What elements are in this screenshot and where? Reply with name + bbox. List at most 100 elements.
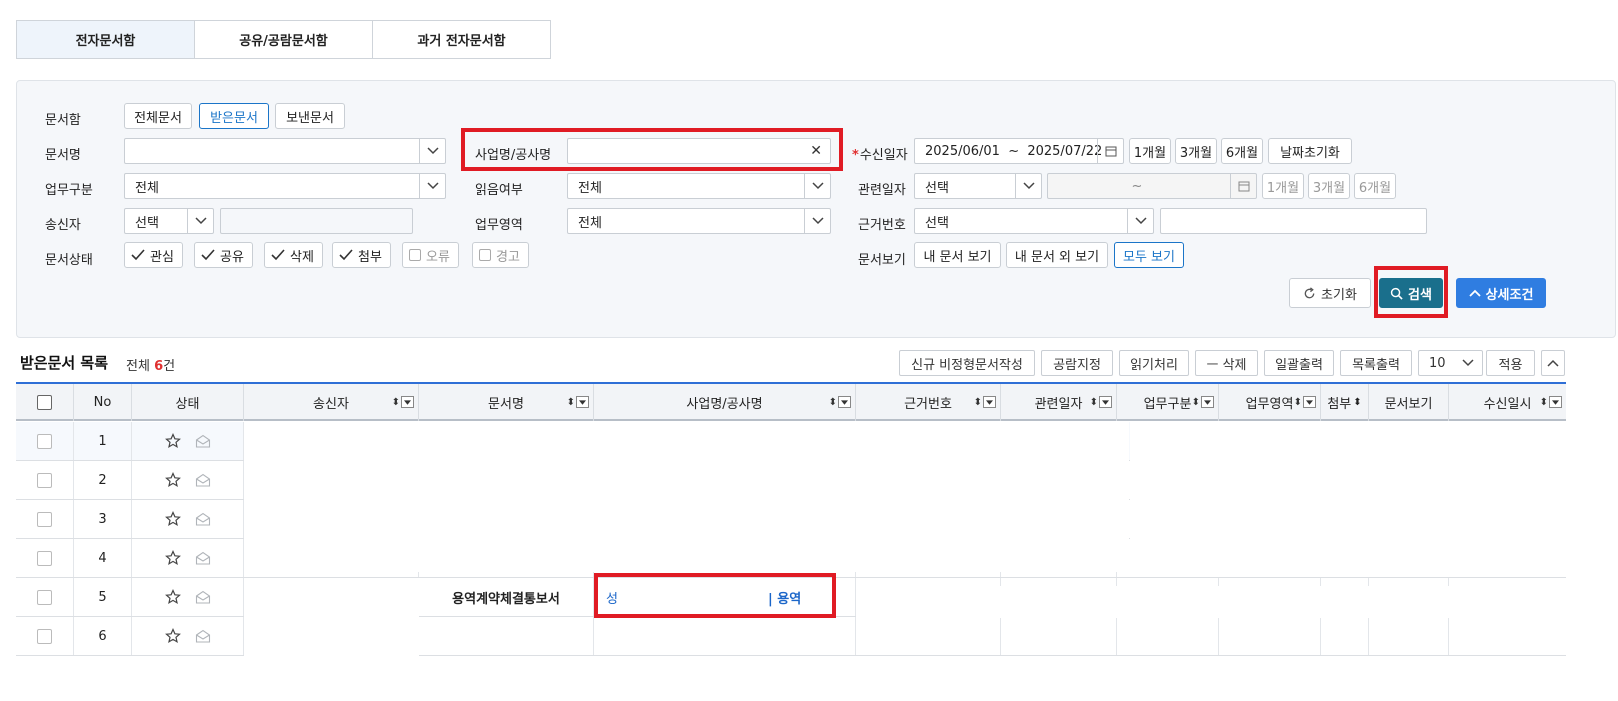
tab-shared-docs[interactable]: 공유/공람문서함 [194, 20, 373, 59]
status-shared-checkbox[interactable]: 공유 [194, 242, 253, 268]
search-button[interactable]: 검색 [1379, 278, 1443, 308]
row-checkbox[interactable] [16, 500, 74, 538]
related-6month-button[interactable]: 6개월 [1354, 173, 1396, 199]
row-no: 3 [74, 500, 132, 538]
batch-print-button[interactable]: 일괄출력 [1264, 350, 1334, 376]
tab-past-docs[interactable]: 과거 전자문서함 [372, 20, 551, 59]
business-name-label: 사업명/공사명 [475, 148, 552, 163]
tab-electronic-docs[interactable]: 전자문서함 [16, 20, 195, 59]
column-related-date[interactable]: 관련일자 ⬍ [1001, 384, 1117, 421]
column-attachment[interactable]: 첨부 ⬍ [1321, 384, 1369, 421]
sort-filter-icon[interactable]: ⬍ [567, 396, 589, 408]
row-business-name-link[interactable]: 성 | 용역 [594, 578, 856, 616]
star-icon[interactable] [164, 433, 181, 449]
sort-filter-icon[interactable]: ⬍ [829, 396, 851, 408]
view-mine-button[interactable]: 내 문서 보기 [914, 242, 1001, 268]
reset-button[interactable]: 초기화 [1289, 278, 1371, 308]
related-date-range[interactable]: ~ [1047, 173, 1257, 199]
related-3month-button[interactable]: 3개월 [1308, 173, 1350, 199]
chevron-up-icon [1468, 289, 1481, 297]
work-type-select[interactable]: 전체 [124, 173, 446, 199]
sort-filter-icon[interactable]: ⬍ [1540, 396, 1562, 408]
delete-button[interactable]: ㅡ 삭제 [1195, 350, 1258, 376]
receive-3month-button[interactable]: 3개월 [1175, 138, 1217, 164]
chevron-down-icon [804, 209, 830, 233]
column-received-at[interactable]: 수신일시 ⬍ [1449, 384, 1566, 421]
chevron-down-icon [419, 174, 445, 198]
mark-read-button[interactable]: 읽기처리 [1119, 350, 1189, 376]
star-icon[interactable] [164, 472, 181, 488]
column-work-area[interactable]: 업무영역 ⬍ [1219, 384, 1321, 421]
check-icon [201, 249, 215, 261]
receive-1month-button[interactable]: 1개월 [1129, 138, 1171, 164]
detail-conditions-button[interactable]: 상세조건 [1456, 278, 1546, 308]
collapse-list-button[interactable] [1541, 350, 1565, 376]
sort-filter-icon[interactable]: ⬍ [392, 396, 414, 408]
row-no: 5 [74, 578, 132, 616]
sort-filter-icon[interactable]: ⬍ [1192, 396, 1214, 408]
read-status-select[interactable]: 전체 [567, 173, 831, 199]
view-all-button[interactable]: 모두 보기 [1114, 242, 1184, 268]
date-reset-button[interactable]: 날짜초기화 [1268, 138, 1352, 164]
new-unstructured-doc-button[interactable]: 신규 비정형문서작성 [899, 350, 1035, 376]
assign-circulation-button[interactable]: 공람지정 [1041, 350, 1113, 376]
envelope-open-icon [195, 590, 210, 604]
star-icon[interactable] [164, 628, 181, 644]
table-cell [419, 617, 594, 655]
status-error-checkbox[interactable]: 오류 [402, 242, 459, 268]
sender-type-select[interactable]: 선택 [124, 208, 214, 234]
envelope-open-icon [195, 551, 210, 565]
sort-icon[interactable]: ⬍ [1353, 397, 1361, 408]
star-icon[interactable] [164, 550, 181, 566]
page-size-select[interactable]: 10 [1418, 350, 1483, 376]
status-warning-checkbox[interactable]: 경고 [472, 242, 529, 268]
sort-filter-icon[interactable]: ⬍ [974, 396, 996, 408]
doc-box-all-button[interactable]: 전체문서 [124, 103, 192, 129]
row-checkbox[interactable] [16, 422, 74, 460]
doc-box-sent-button[interactable]: 보낸문서 [275, 103, 345, 129]
check-icon [271, 249, 285, 261]
related-date-type-select[interactable]: 선택 [914, 173, 1042, 199]
work-area-label: 업무영역 [475, 218, 523, 233]
calendar-icon[interactable] [1230, 174, 1256, 198]
column-basis-no[interactable]: 근거번호 ⬍ [856, 384, 1001, 421]
basis-no-input[interactable] [1160, 208, 1427, 234]
chevron-down-icon [1015, 174, 1041, 198]
view-others-button[interactable]: 내 문서 외 보기 [1006, 242, 1108, 268]
related-1month-button[interactable]: 1개월 [1262, 173, 1304, 199]
sender-input[interactable] [220, 208, 413, 234]
table-header: No 상태 송신자 ⬍ 문서명 ⬍ 사업명/공사명 ⬍ 근거번호 ⬍ 관련일자 ⬍ 업무구… [16, 382, 1566, 421]
receive-date-range[interactable]: 2025/06/01 ~ 2025/07/22 [914, 138, 1124, 164]
status-deleted-checkbox[interactable]: 삭제 [264, 242, 323, 268]
doc-box-received-button[interactable]: 받은문서 [199, 103, 269, 129]
business-name-input[interactable]: ✕ [567, 138, 831, 164]
row-checkbox[interactable] [16, 461, 74, 499]
select-all-checkbox[interactable] [16, 384, 74, 421]
list-print-button[interactable]: 목록출력 [1340, 350, 1412, 376]
calendar-icon[interactable] [1097, 139, 1123, 163]
clear-icon[interactable]: ✕ [810, 143, 822, 159]
status-attached-checkbox[interactable]: 첨부 [332, 242, 391, 268]
receive-6month-button[interactable]: 6개월 [1221, 138, 1263, 164]
column-work-type[interactable]: 업무구분 ⬍ [1117, 384, 1219, 421]
doc-name-select[interactable] [124, 138, 446, 164]
chevron-up-icon [1547, 359, 1559, 367]
row-status-icons [132, 461, 244, 499]
status-interest-checkbox[interactable]: 관심 [124, 242, 183, 268]
redaction-mask [244, 422, 1129, 572]
table-cell [1449, 617, 1566, 655]
column-business-name[interactable]: 사업명/공사명 ⬍ [594, 384, 856, 421]
basis-no-label: 근거번호 [858, 218, 906, 233]
sort-filter-icon[interactable]: ⬍ [1294, 396, 1316, 408]
star-icon[interactable] [164, 589, 181, 605]
column-doc-name[interactable]: 문서명 ⬍ [419, 384, 594, 421]
row-checkbox[interactable] [16, 539, 74, 577]
row-checkbox[interactable] [16, 617, 74, 655]
sort-filter-icon[interactable]: ⬍ [1090, 396, 1112, 408]
column-sender[interactable]: 송신자 ⬍ [244, 384, 419, 421]
row-checkbox[interactable] [16, 578, 74, 616]
work-area-select[interactable]: 전체 [567, 208, 831, 234]
basis-no-type-select[interactable]: 선택 [914, 208, 1154, 234]
star-icon[interactable] [164, 511, 181, 527]
apply-button[interactable]: 적용 [1486, 350, 1535, 376]
